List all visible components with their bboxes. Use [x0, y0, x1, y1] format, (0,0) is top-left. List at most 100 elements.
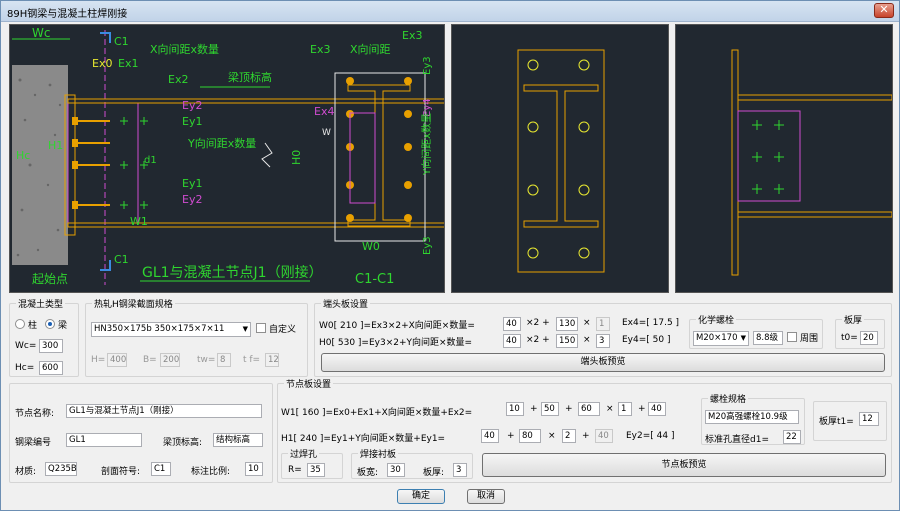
- h1-plus2: +: [582, 431, 590, 441]
- beam-top-flange-side: [737, 94, 893, 101]
- label-x-spacing-sec: X向间距: [350, 42, 391, 56]
- around-checkbox[interactable]: [787, 332, 797, 342]
- group-title-weld-hole: 过焊孔: [288, 447, 320, 460]
- backing-t-label: 板厚:: [423, 468, 445, 478]
- beam-elev-input[interactable]: 结构标高: [213, 433, 263, 447]
- node-plate-preview-button[interactable]: 节点板预览: [482, 453, 886, 477]
- tf-input[interactable]: 12: [265, 353, 279, 367]
- beam-top-flange: [67, 98, 449, 104]
- ey2-label: Ey2=[ 44 ]: [626, 431, 675, 441]
- label-ey1-bottom: Ey1: [182, 177, 202, 190]
- section-select[interactable]: HN350×175b 350×175×7×11 ▼: [91, 322, 251, 337]
- beam-elev-label: 梁顶标高:: [163, 438, 203, 448]
- group-title-chem-bolt: 化学螺栓: [696, 313, 737, 326]
- t1-label: 板厚t1=: [819, 417, 854, 427]
- node-name-label: 节点名称:: [15, 409, 55, 419]
- beam-no-input[interactable]: GL1: [66, 433, 142, 447]
- window-title: 89H钢梁与混凝土柱焊刚接: [7, 9, 128, 20]
- group-title-concrete: 混凝土类型: [16, 297, 66, 310]
- w1-spacing-input[interactable]: 60: [578, 402, 600, 416]
- w0-count-input[interactable]: 1: [596, 317, 610, 331]
- tw-input[interactable]: 8: [217, 353, 231, 367]
- label-ex0: Ex0: [92, 57, 112, 70]
- label-ey3-top: Ey3: [422, 56, 433, 75]
- h1-count-input[interactable]: 2: [562, 429, 576, 443]
- end-plate-canvas: [451, 24, 669, 293]
- section-symbol-input[interactable]: C1: [151, 462, 171, 476]
- h1-ey1-input[interactable]: 40: [481, 429, 499, 443]
- h0-count-input[interactable]: 3: [596, 334, 610, 348]
- weld-hole-r-input[interactable]: 35: [307, 463, 325, 477]
- beam-bottom-flange-side: [737, 211, 893, 218]
- group-title-hot-rolled: 热轧H钢梁截面规格: [92, 297, 175, 310]
- material-label: 材质:: [15, 467, 37, 477]
- h0-x2-label: ×2 +: [526, 335, 550, 345]
- group-title-end-thickness: 板厚: [842, 313, 865, 326]
- node-name-input[interactable]: GL1与混凝土节点J1（刚接）: [66, 404, 262, 418]
- label-h0: H0: [290, 150, 303, 165]
- label-x-spacing: X向间距x数量: [150, 42, 219, 56]
- radio-column[interactable]: [15, 319, 25, 329]
- backing-t-input[interactable]: 3: [453, 463, 467, 477]
- w1-count-input[interactable]: 1: [618, 402, 632, 416]
- w1-plus1: +: [530, 404, 538, 414]
- w1-ex1-input[interactable]: 50: [541, 402, 559, 416]
- label-d1: d1: [144, 155, 157, 166]
- radio-beam-label: 梁: [58, 321, 68, 331]
- w0-formula: W0[ 210 ]=Ex3×2+X向间距×数量=: [319, 321, 475, 331]
- label-ex3-right: Ex3: [402, 29, 422, 42]
- w1-ex0-input[interactable]: 10: [506, 402, 524, 416]
- chem-bolt-select[interactable]: M20×170 ▼: [693, 331, 749, 346]
- b-input[interactable]: 200: [160, 353, 180, 367]
- w1-plus2: +: [565, 404, 573, 414]
- hc-input[interactable]: 600: [39, 361, 63, 375]
- w0-ex3-input[interactable]: 40: [503, 317, 521, 331]
- label-ex1: Ex1: [118, 57, 138, 70]
- label-ey1-top: Ey1: [182, 115, 202, 128]
- w1-ex2-input[interactable]: 40: [648, 402, 666, 416]
- scale-input[interactable]: 10: [245, 462, 263, 476]
- label-ex4: Ex4: [314, 105, 334, 118]
- h0-ey3-input[interactable]: 40: [503, 334, 521, 348]
- weld-hole-r-label: R=: [288, 465, 302, 475]
- label-w1: W1: [130, 215, 148, 228]
- label-c1-top: C1: [114, 35, 129, 48]
- wc-input[interactable]: 300: [39, 339, 63, 353]
- t1-input[interactable]: 12: [859, 412, 879, 426]
- label-start-point: 起始点: [32, 272, 68, 286]
- end-plate-preview-button[interactable]: 端头板预览: [321, 353, 885, 372]
- b-label: B=: [143, 355, 157, 365]
- title-bar: 89H钢梁与混凝土柱焊刚接 ✕: [1, 1, 899, 22]
- node-plate-canvas: [675, 24, 893, 293]
- label-weld: W: [322, 128, 331, 138]
- cancel-button[interactable]: 取消: [467, 489, 505, 504]
- custom-label: 自定义: [269, 325, 297, 335]
- drawing-main-canvas: Wc C1 C1 X向间距x数量 Ex0 Ex1 Ex2 梁顶标高 Ey2 Ey…: [9, 24, 449, 293]
- radio-beam[interactable]: [45, 319, 55, 329]
- close-button[interactable]: ✕: [874, 3, 894, 18]
- backing-w-label: 板宽:: [357, 468, 379, 478]
- h-input[interactable]: 400: [107, 353, 127, 367]
- node-plate-svg: [731, 49, 893, 276]
- ex4-label: Ex4=[ 17.5 ]: [622, 318, 680, 328]
- bolt-spec-input[interactable]: M20高强螺栓10.9级: [705, 410, 799, 424]
- ok-button[interactable]: 确定: [397, 489, 445, 504]
- backing-w-input[interactable]: 30: [387, 463, 405, 477]
- h0-spacing-input[interactable]: 150: [556, 334, 578, 348]
- h-label: H=: [91, 355, 106, 365]
- h1-spacing-input[interactable]: 80: [519, 429, 541, 443]
- label-ex2: Ex2: [168, 73, 188, 86]
- label-y-spacing: Y向间距x数量: [187, 136, 256, 150]
- column-face: [731, 49, 739, 276]
- group-title-bolt-spec: 螺栓规格: [708, 392, 749, 405]
- hole-input[interactable]: 22: [783, 430, 801, 444]
- tf-label: t f=: [243, 355, 261, 365]
- t0-label: t0=: [841, 333, 858, 343]
- custom-checkbox[interactable]: [256, 323, 266, 333]
- node-plate-outline: [737, 110, 801, 202]
- bolt-grade-field[interactable]: 8.8级: [753, 331, 783, 345]
- t0-input[interactable]: 20: [860, 331, 878, 345]
- w0-spacing-input[interactable]: 130: [556, 317, 578, 331]
- h1-ey1b-input[interactable]: 40: [595, 429, 613, 443]
- material-input[interactable]: Q235B: [45, 462, 77, 476]
